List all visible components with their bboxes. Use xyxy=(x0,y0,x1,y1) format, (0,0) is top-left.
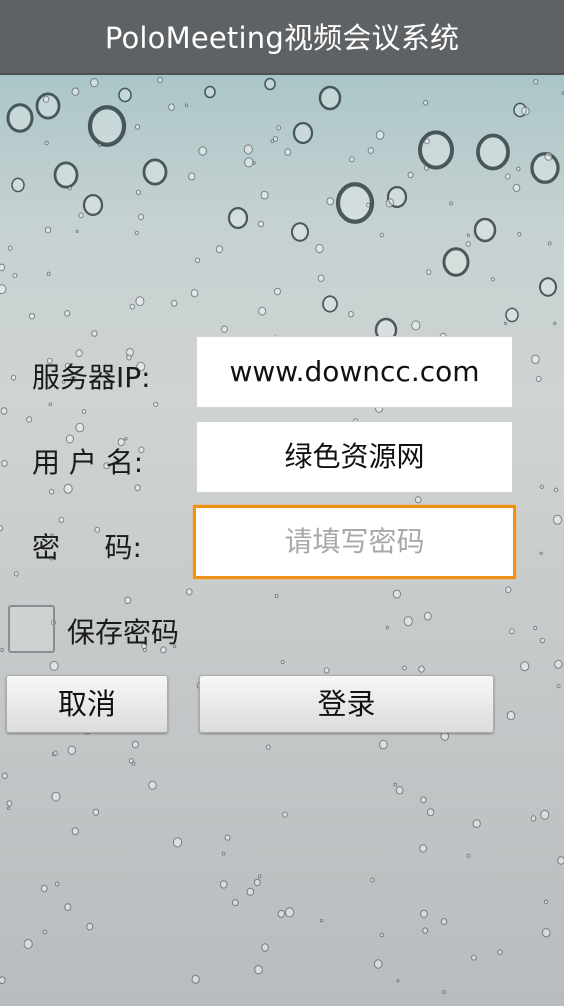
username-input[interactable]: 绿色资源网 xyxy=(196,421,513,493)
server-ip-value: www.downcc.com xyxy=(229,355,480,388)
server-ip-input[interactable]: www.downcc.com xyxy=(196,336,513,408)
password-placeholder: 请填写密码 xyxy=(284,525,425,558)
app-screen: PoloMeeting视频会议系统 服务器IP: www.downcc.com … xyxy=(0,0,564,1006)
remember-password-checkbox[interactable] xyxy=(8,605,55,653)
password-label: 密 码: xyxy=(32,531,142,564)
username-value: 绿色资源网 xyxy=(284,440,425,473)
password-input[interactable]: 请填写密码 xyxy=(193,505,516,579)
login-button[interactable]: 登录 xyxy=(199,675,494,733)
app-title: PoloMeeting视频会议系统 xyxy=(104,21,460,55)
raindrop-background xyxy=(0,76,564,994)
server-ip-label: 服务器IP: xyxy=(32,361,151,394)
remember-password-label[interactable]: 保存密码 xyxy=(67,611,179,651)
cancel-button[interactable]: 取消 xyxy=(6,675,168,733)
username-label: 用 户 名: xyxy=(32,446,144,479)
title-bar: PoloMeeting视频会议系统 xyxy=(0,0,564,75)
